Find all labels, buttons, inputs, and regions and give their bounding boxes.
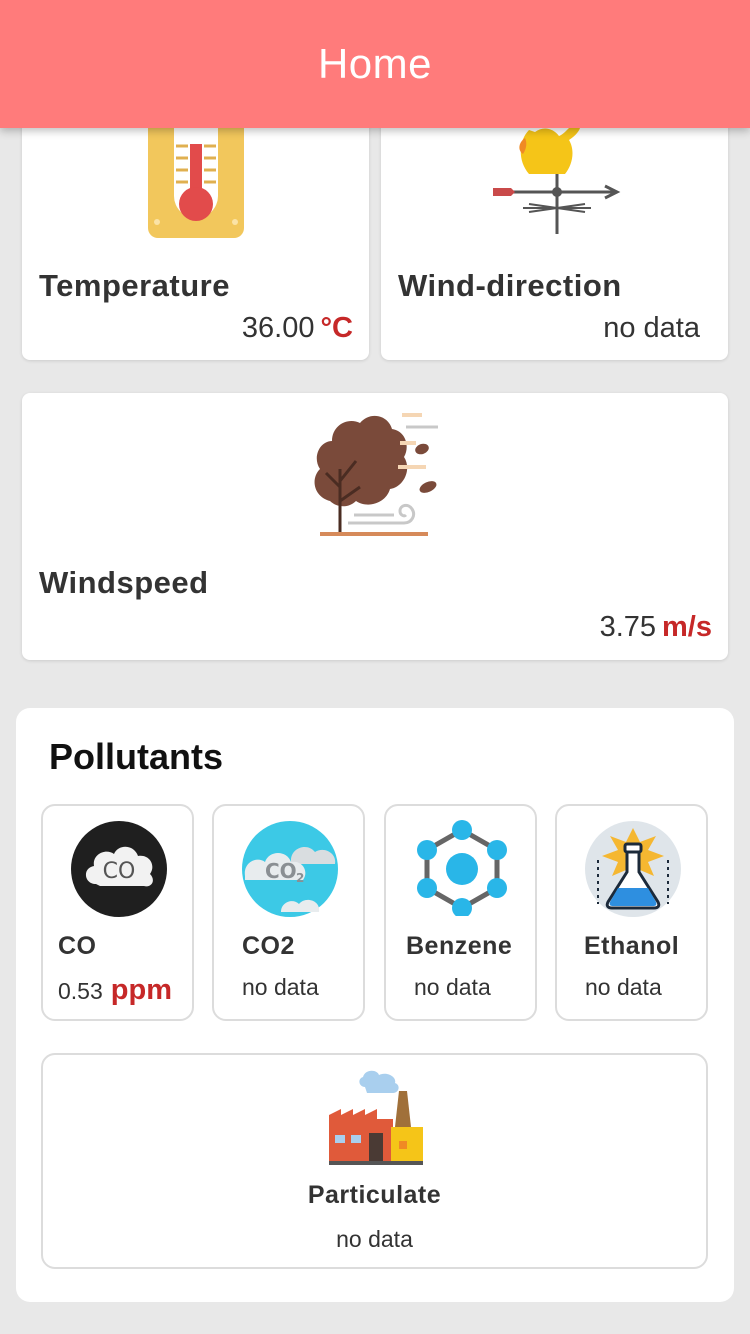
factory-icon — [327, 1067, 425, 1167]
temperature-unit: °C — [320, 312, 353, 344]
windspeed-value: 3.75 m/s — [599, 611, 712, 643]
svg-text:CO: CO — [103, 859, 136, 884]
flask-icon — [584, 820, 682, 918]
wind-direction-card[interactable]: Wind-direction no data — [381, 100, 728, 360]
ethanol-value: no data — [585, 974, 662, 1000]
weathervane-icon — [489, 120, 621, 238]
ethanol-label: Ethanol — [584, 932, 680, 960]
particulate-value: no data — [336, 1226, 413, 1252]
svg-text:CO: CO — [265, 859, 297, 883]
pollutant-tile-ethanol[interactable]: Ethanol no data — [555, 804, 708, 1021]
temperature-card[interactable]: Temperature 36.00 °C — [22, 100, 369, 360]
co-label: CO — [58, 932, 97, 960]
pollutant-tile-particulate[interactable]: Particulate no data — [41, 1053, 708, 1269]
pollutants-panel: Pollutants CO CO 0.53 ppm CO 2 CO2 no da… — [16, 708, 734, 1302]
page-title: Home — [317, 40, 433, 87]
wind-direction-label: Wind-direction — [398, 268, 622, 303]
windspeed-unit: m/s — [662, 611, 712, 643]
particulate-label: Particulate — [307, 1181, 442, 1209]
pollutant-tile-benzene[interactable]: Benzene no data — [384, 804, 537, 1021]
co-cloud-icon: CO — [70, 820, 168, 918]
pollutant-tile-co2[interactable]: CO 2 CO2 no data — [212, 804, 365, 1021]
co2-value: no data — [242, 974, 319, 1000]
co-unit: ppm — [110, 974, 172, 1006]
temperature-label: Temperature — [39, 268, 230, 303]
windspeed-label: Windspeed — [39, 565, 209, 600]
benzene-label: Benzene — [406, 932, 513, 960]
temperature-value: 36.00 °C — [241, 312, 353, 344]
co-value: 0.53 ppm — [58, 974, 172, 1006]
pollutants-heading: Pollutants — [49, 736, 224, 777]
windspeed-card[interactable]: Windspeed 3.75 m/s — [22, 393, 728, 660]
co2-cloud-icon: CO 2 — [241, 820, 339, 918]
pollutant-tile-co[interactable]: CO CO 0.53 ppm — [41, 804, 194, 1021]
benzene-value: no data — [414, 974, 491, 1000]
windy-tree-icon — [310, 405, 442, 541]
wind-direction-value: no data — [603, 312, 700, 344]
svg-text:2: 2 — [296, 871, 304, 885]
app-bar: Home — [0, 0, 750, 128]
co2-label: CO2 — [242, 932, 295, 960]
benzene-molecule-icon — [417, 820, 507, 918]
